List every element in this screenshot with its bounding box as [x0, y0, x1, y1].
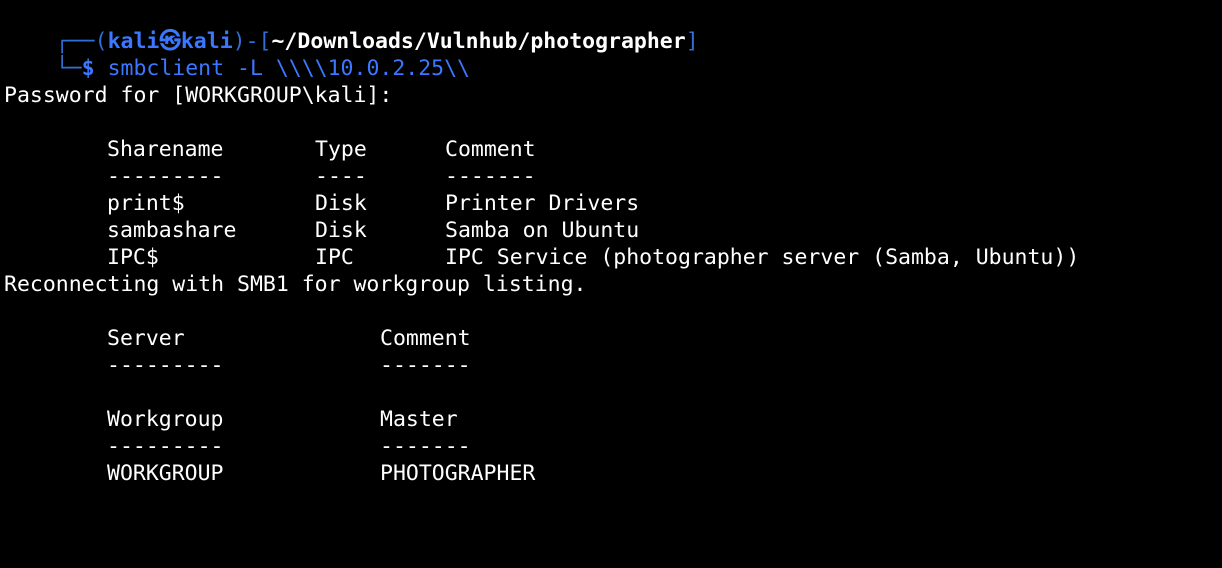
- share-comment: Samba on Ubuntu: [445, 218, 640, 243]
- shares-dash-sharename: ---------: [107, 164, 224, 189]
- workgroup-master: PHOTOGRAPHER: [380, 461, 536, 486]
- terminal-window[interactable]: ┌──(kali㉿kali)-[~/Downloads/Vulnhub/phot…: [4, 1, 1222, 487]
- share-name: IPC$: [107, 245, 159, 270]
- share-name: sambashare: [107, 218, 237, 243]
- workgroups-header-row: Workgroup Master: [4, 406, 1222, 433]
- servers-dash-row: --------- -------: [4, 352, 1222, 379]
- shares-header-type: Type: [315, 137, 367, 162]
- table-row: IPC$ IPC IPC Service (photographer serve…: [4, 244, 1222, 271]
- share-comment: IPC Service (photographer server (Samba,…: [445, 245, 1080, 270]
- workgroups-header-workgroup: Workgroup: [107, 407, 224, 432]
- servers-header-row: Server Comment: [4, 325, 1222, 352]
- table-row: print$ Disk Printer Drivers: [4, 190, 1222, 217]
- shares-header-sharename: Sharename: [107, 137, 224, 162]
- shares-header-comment: Comment: [445, 137, 536, 162]
- workgroups-header-master: Master: [380, 407, 458, 432]
- share-type: Disk: [315, 218, 367, 243]
- password-prompt: Password for [WORKGROUP\kali]:: [4, 83, 393, 108]
- workgroup-name: WORKGROUP: [107, 461, 224, 486]
- table-row: sambashare Disk Samba on Ubuntu: [4, 217, 1222, 244]
- shares-dash-row: --------- ---- -------: [4, 163, 1222, 190]
- prompt-line-top: ┌──(kali㉿kali)-[~/Downloads/Vulnhub/phot…: [4, 1, 1222, 54]
- servers-dash-comment: -------: [380, 353, 471, 378]
- reconnect-message: Reconnecting with SMB1 for workgroup lis…: [4, 272, 587, 297]
- shares-dash-comment: -------: [445, 164, 536, 189]
- share-name: print$: [107, 191, 185, 216]
- workgroups-dash-workgroup: ---------: [107, 434, 224, 459]
- shares-header-row: Sharename Type Comment: [4, 136, 1222, 163]
- workgroups-dash-row: --------- -------: [4, 433, 1222, 460]
- share-type: Disk: [315, 191, 367, 216]
- shares-dash-type: ----: [315, 164, 367, 189]
- servers-header-comment: Comment: [380, 326, 471, 351]
- share-type: IPC: [315, 245, 354, 270]
- table-row: WORKGROUP PHOTOGRAPHER: [4, 460, 1222, 487]
- workgroups-dash-master: -------: [380, 434, 471, 459]
- command-line[interactable]: └─$ smbclient -L \\\\10.0.2.25\\: [4, 28, 1222, 81]
- servers-dash-server: ---------: [107, 353, 224, 378]
- share-comment: Printer Drivers: [445, 191, 640, 216]
- servers-header-server: Server: [107, 326, 185, 351]
